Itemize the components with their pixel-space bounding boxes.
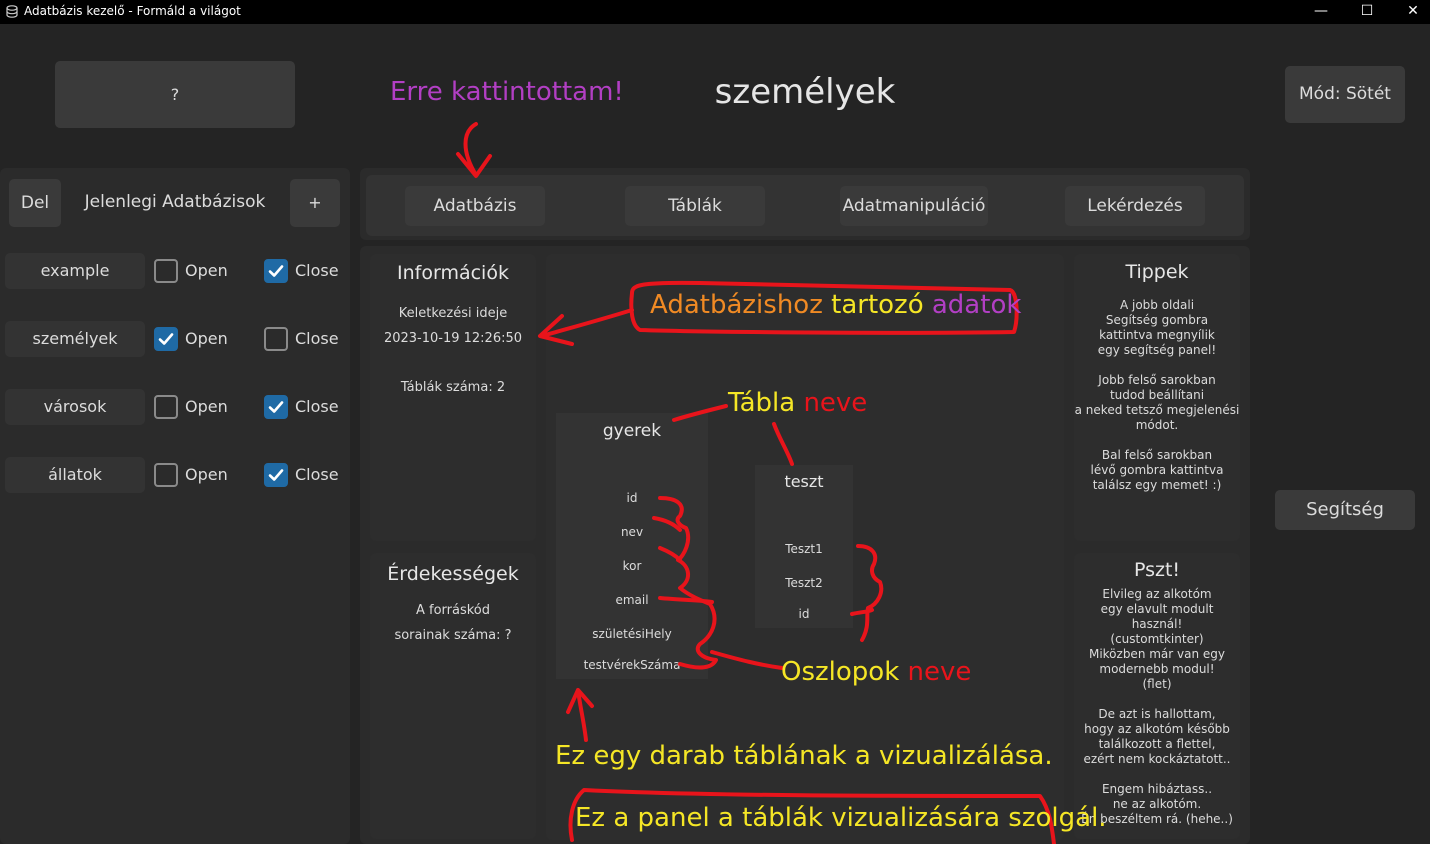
teszt-brace [850, 544, 884, 642]
table-name-line-2 [772, 422, 794, 466]
annotation-strokes [456, 122, 1056, 844]
annotation-db-data-3: adatok [931, 290, 1022, 320]
columns-line [710, 650, 784, 670]
annotation-table-name-1: Tábla [728, 388, 796, 418]
annotation-clicked: Erre kattintottam! [390, 77, 624, 107]
annotation-columns-1: Oszlopok [781, 657, 900, 687]
db-data-arrow [538, 308, 634, 346]
annotation-db-data-1: Adatbázishoz [650, 290, 823, 320]
annotation-panel: Ez a panel a táblák vizualizására szolgá… [575, 803, 1107, 833]
clicked-arrow [456, 122, 492, 178]
annotation-table-name-2: neve [803, 388, 868, 418]
annotation-columns-2: neve [907, 657, 972, 687]
annotation-table-name: Tábla neve [728, 388, 867, 418]
annotation-columns: Oszlopok neve [781, 657, 971, 687]
annotation-db-data: Adatbázishoz tartozó adatok [650, 290, 1021, 320]
annotation-one-table: Ez egy darab táblának a vizualizálása. [555, 741, 1053, 771]
annotation-db-data-2: tartozó [831, 290, 924, 320]
table-name-line-1 [672, 404, 728, 422]
one-table-arrow [566, 688, 594, 742]
